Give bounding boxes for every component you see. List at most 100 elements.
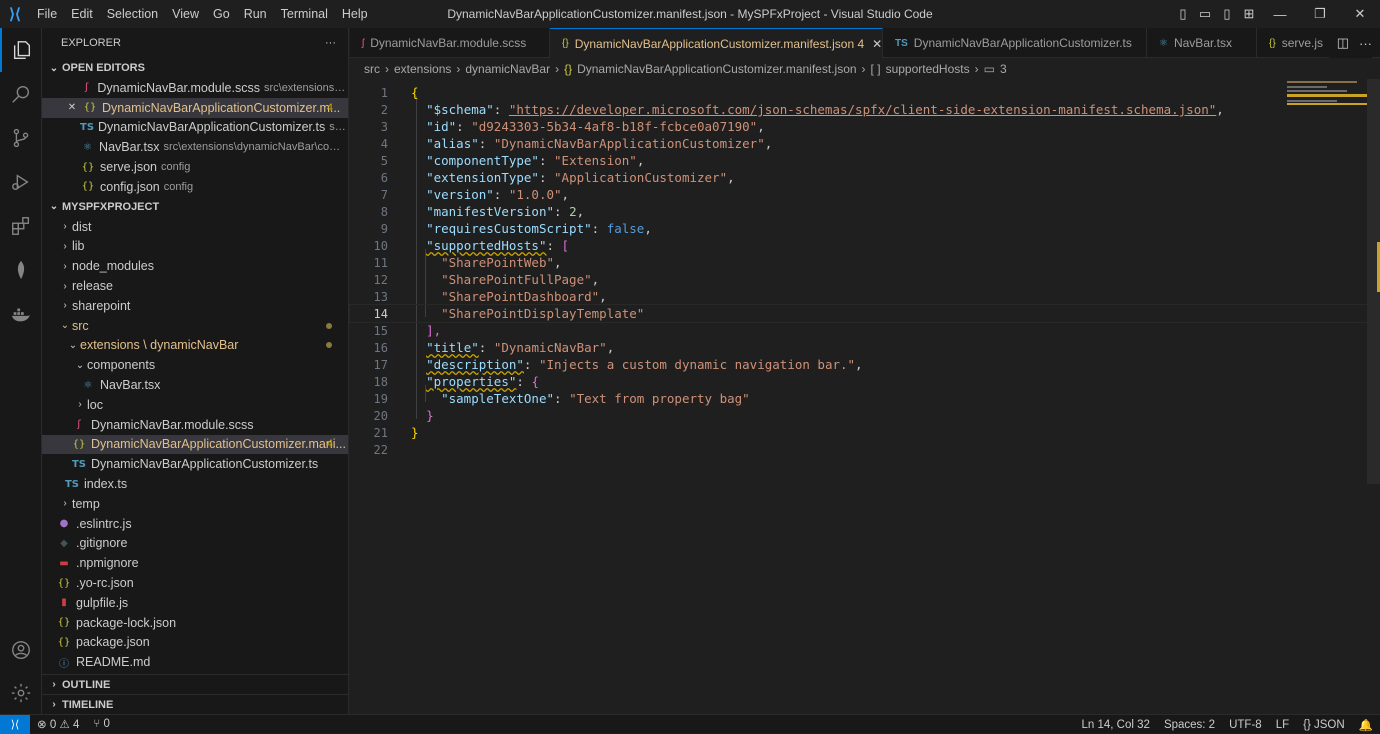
account-icon[interactable]: [0, 628, 42, 672]
docker-icon[interactable]: [0, 292, 42, 336]
code-line: 4 "alias": "DynamicNavBarApplicationCust…: [380, 136, 773, 151]
tree-file[interactable]: ʃ DynamicNavBar.module.scss: [42, 415, 348, 435]
code-line: 21}: [373, 425, 419, 440]
timeline-section[interactable]: › TIMELINE: [42, 694, 348, 714]
tree-file[interactable]: {} package.json: [42, 633, 348, 653]
breadcrumb-item-3[interactable]: 3: [1000, 62, 1007, 76]
code-line: 1{: [380, 85, 419, 100]
menu-view[interactable]: View: [165, 0, 206, 28]
code-line: 18 "properties": {: [373, 374, 539, 389]
open-editor-item-active[interactable]: ✕{} DynamicNavBarApplicationCustomizer.m.…: [42, 97, 348, 118]
tree-file[interactable]: ▬ .npmignore: [42, 553, 348, 573]
chevron-right-icon: ›: [63, 260, 67, 272]
explorer-more-actions[interactable]: ···: [325, 37, 336, 49]
chevron-down-icon: ⌄: [75, 359, 85, 371]
json-icon: {}: [1269, 37, 1276, 49]
toggle-primary-sidebar-icon[interactable]: ▯: [1172, 0, 1194, 28]
tree-folder[interactable]: ⌄ components: [42, 355, 348, 375]
breadcrumb-extensions[interactable]: extensions: [394, 62, 451, 76]
indentation[interactable]: Spaces: 2: [1157, 719, 1222, 731]
notifications-bell-icon[interactable]: 🔔: [1352, 718, 1380, 732]
tree-file[interactable]: ⓘ README.md: [42, 652, 348, 672]
menu-go[interactable]: Go: [206, 0, 237, 28]
menu-help[interactable]: Help: [335, 0, 375, 28]
restore-icon[interactable]: ❐: [1300, 0, 1340, 28]
minimize-icon[interactable]: —: [1260, 0, 1300, 28]
search-icon[interactable]: [0, 72, 42, 116]
tree-folder[interactable]: › loc: [42, 395, 348, 415]
code-line: 7 "version": "1.0.0",: [380, 187, 570, 202]
source-control-icon[interactable]: [0, 116, 42, 160]
tree-folder[interactable]: › lib: [42, 237, 348, 257]
code-line: 8 "manifestVersion": 2,: [380, 204, 585, 219]
tree-folder[interactable]: › dist: [42, 217, 348, 237]
open-editors-section[interactable]: ⌄ OPEN EDITORS: [42, 58, 348, 78]
explorer-icon[interactable]: [0, 28, 42, 72]
code-editor[interactable]: 1{ 2 "$schema": "https://developer.micro…: [349, 79, 1368, 714]
settings-gear-icon[interactable]: [0, 671, 42, 715]
tab-manifest-json[interactable]: {} DynamicNavBarApplicationCustomizer.man…: [550, 28, 883, 58]
tab-scss[interactable]: ʃ DynamicNavBar.module.scss: [350, 28, 550, 58]
remote-icon[interactable]: ⟩⟨: [0, 714, 30, 734]
breadcrumb-supportedhosts[interactable]: supportedHosts: [886, 62, 970, 76]
customize-layout-icon[interactable]: ⊞: [1238, 0, 1260, 28]
json-icon: {}: [81, 181, 95, 193]
language-mode[interactable]: {} JSON: [1296, 719, 1352, 731]
split-editor-icon[interactable]: ◫: [1337, 35, 1349, 51]
cursor-position[interactable]: Ln 14, Col 32: [1075, 719, 1157, 731]
tree-file[interactable]: ● .eslintrc.js: [42, 514, 348, 534]
menu-edit[interactable]: Edit: [64, 0, 100, 28]
npm-icon: ▬: [59, 557, 69, 569]
close-window-icon[interactable]: ✕: [1340, 0, 1380, 28]
project-section[interactable]: ⌄ MYSPFXPROJECT: [42, 197, 348, 217]
open-editor-item[interactable]: ʃ DynamicNavBar.module.scss src\extensions…: [42, 78, 348, 98]
open-editor-item[interactable]: {} config.json config: [42, 177, 348, 197]
tree-file[interactable]: {} .yo-rc.json: [42, 573, 348, 593]
tree-folder[interactable]: ⌄ extensions \ dynamicNavBar: [42, 336, 348, 356]
editor-scrollbar[interactable]: [1367, 79, 1380, 714]
end-of-line[interactable]: LF: [1269, 719, 1296, 731]
menu-run[interactable]: Run: [237, 0, 274, 28]
run-debug-icon[interactable]: [0, 160, 42, 204]
leaf-icon[interactable]: [0, 248, 42, 292]
tree-file[interactable]: ◆ .gitignore: [42, 534, 348, 554]
string-icon: ▭: [983, 62, 995, 76]
eslint-icon: ●: [59, 518, 69, 530]
more-actions-icon[interactable]: ···: [1359, 36, 1372, 51]
tree-file[interactable]: {} package-lock.json: [42, 613, 348, 633]
tree-file-active[interactable]: {} DynamicNavBarApplicationCustomizer.man…: [42, 434, 348, 455]
tree-folder[interactable]: › release: [42, 276, 348, 296]
tree-folder[interactable]: › sharepoint: [42, 296, 348, 316]
chevron-right-icon: ›: [78, 399, 82, 411]
tree-folder-src[interactable]: ⌄ src: [42, 316, 348, 336]
minimap[interactable]: [1287, 79, 1367, 119]
close-icon[interactable]: ✕: [64, 102, 80, 113]
react-icon: ⚛: [83, 141, 92, 153]
tree-folder[interactable]: › node_modules: [42, 256, 348, 276]
ports-status[interactable]: ⑂ 0: [86, 718, 117, 730]
breadcrumb-dynamicnavbar[interactable]: dynamicNavBar: [465, 62, 550, 76]
open-editor-item[interactable]: TS DynamicNavBarApplicationCustomizer.ts s…: [42, 118, 348, 138]
tab-serve-js[interactable]: {} serve.js: [1257, 28, 1337, 58]
breadcrumb-src[interactable]: src: [364, 62, 380, 76]
menu-file[interactable]: File: [30, 0, 64, 28]
breadcrumb-file[interactable]: DynamicNavBarApplicationCustomizer.manif…: [577, 62, 856, 76]
tree-file[interactable]: TS DynamicNavBarApplicationCustomizer.ts: [42, 454, 348, 474]
problems-status[interactable]: ⊗ 0 ⚠ 4: [30, 717, 86, 731]
tree-file[interactable]: ⚛ NavBar.tsx: [42, 375, 348, 395]
open-editor-item[interactable]: ⚛ NavBar.tsx src\extensions\dynamicNavBar\…: [42, 137, 348, 157]
menu-selection[interactable]: Selection: [100, 0, 165, 28]
encoding[interactable]: UTF-8: [1222, 719, 1269, 731]
toggle-secondary-sidebar-icon[interactable]: ▯: [1216, 0, 1238, 28]
menu-terminal[interactable]: Terminal: [274, 0, 335, 28]
tree-folder[interactable]: › temp: [42, 494, 348, 514]
close-tab-icon[interactable]: ✕: [872, 37, 882, 51]
tree-file[interactable]: TS index.ts: [42, 474, 348, 494]
extensions-icon[interactable]: [0, 204, 42, 248]
tree-file[interactable]: ▮ gulpfile.js: [42, 593, 348, 613]
outline-section[interactable]: › OUTLINE: [42, 674, 348, 694]
toggle-panel-icon[interactable]: ▭: [1194, 0, 1216, 28]
tab-navbar-tsx[interactable]: ⚛ NavBar.tsx: [1147, 28, 1257, 58]
tab-customizer-ts[interactable]: TS DynamicNavBarApplicationCustomizer.ts: [883, 28, 1147, 58]
open-editor-item[interactable]: {} serve.json config: [42, 157, 348, 177]
